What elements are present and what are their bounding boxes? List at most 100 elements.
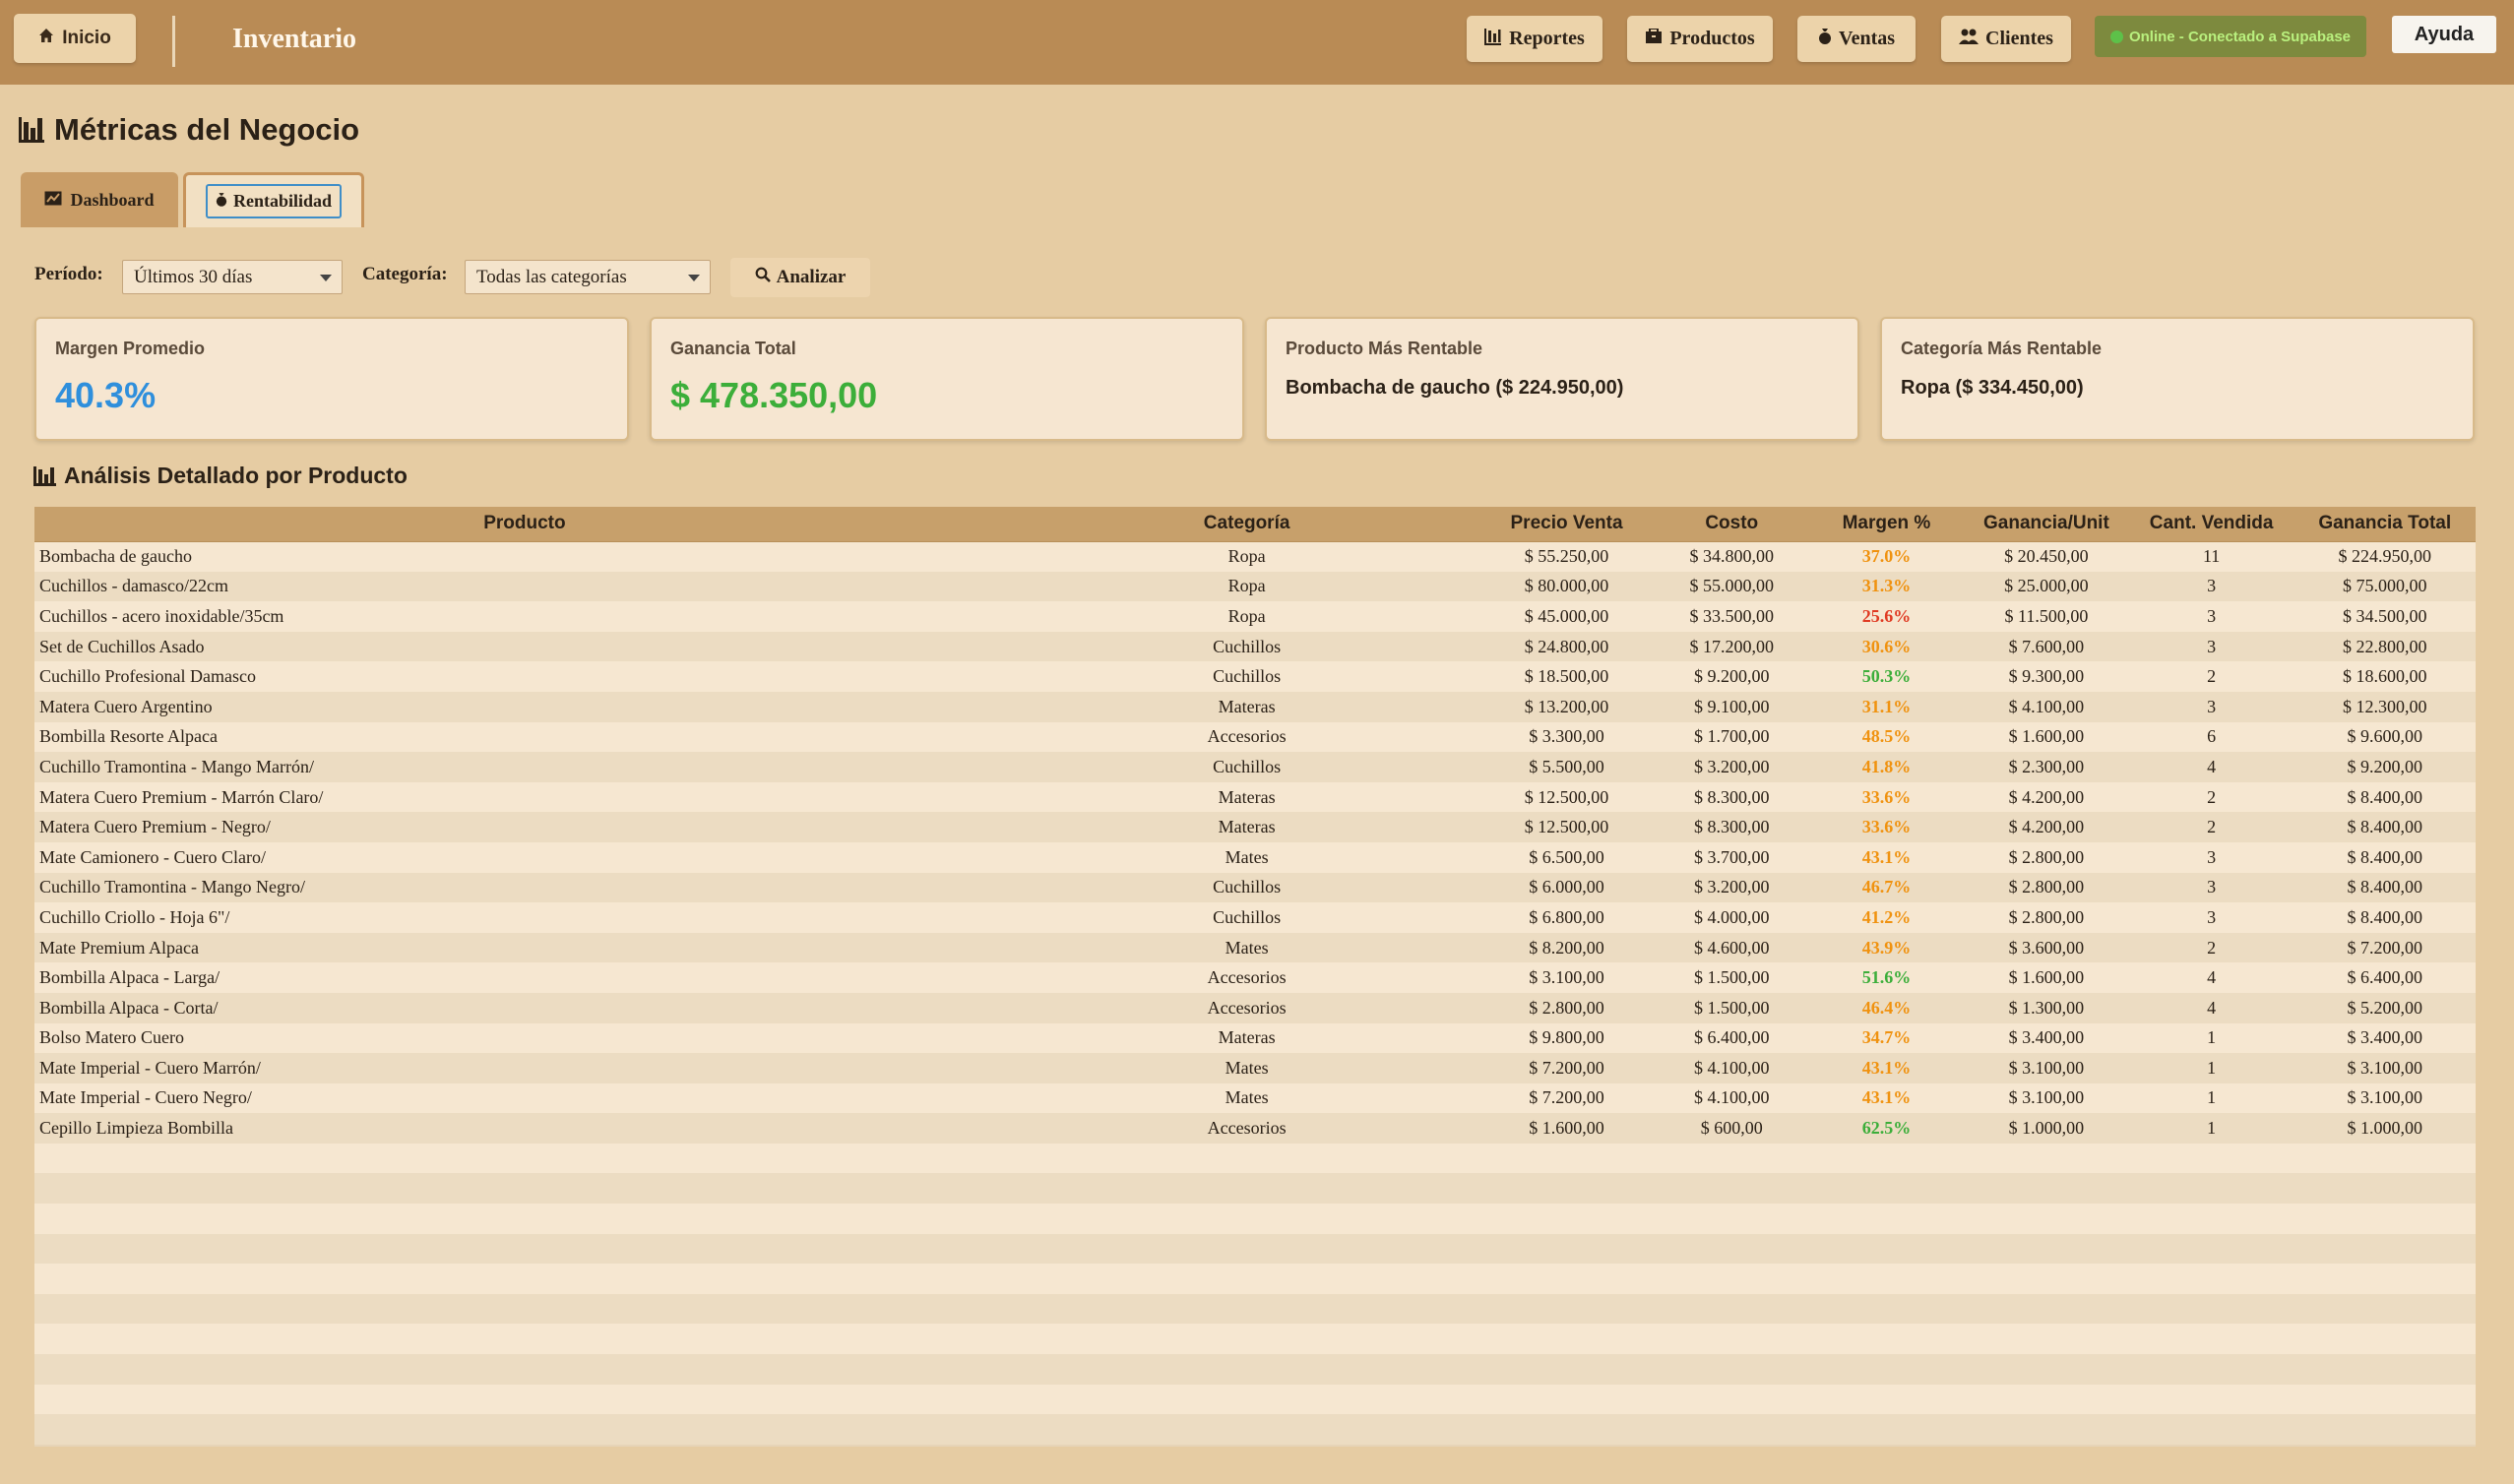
nav-productos-button[interactable]: Productos xyxy=(1627,16,1773,62)
col-header-categoria[interactable]: Categoría xyxy=(1014,507,1479,542)
cell-ganancia-unit: $ 1.300,00 xyxy=(2008,997,2085,1018)
table-row[interactable]: Mate Camionero - Cuero Claro/Mates $ 6.50… xyxy=(34,841,2476,873)
table-row[interactable]: Mate Premium Alpaca Mates $ 8.200,00 $ 4.60… xyxy=(34,932,2476,963)
col-header-ganancia-total[interactable]: Ganancia Total xyxy=(2294,507,2476,542)
cell-ganancia-total: $ 3.100,00 xyxy=(2347,1087,2422,1108)
table-row[interactable]: Cuchillos - acero inoxidable/35cm Ropa $ 4… xyxy=(34,601,2476,632)
table-row[interactable]: Matera Cuero Argentino Materas $ 13.200,00… xyxy=(34,691,2476,722)
cell-cant-vendida: 3 xyxy=(2207,906,2217,927)
total-profit-label: Ganancia Total xyxy=(670,339,796,358)
col-header-precio-venta[interactable]: Precio Venta xyxy=(1478,507,1655,542)
table-bottom-border xyxy=(34,1445,2476,1447)
cell-precio-venta: $ 45.000,00 xyxy=(1524,605,1609,626)
cell-cant-vendida: 4 xyxy=(2207,967,2217,988)
cell-ganancia-unit: $ 2.800,00 xyxy=(2008,846,2085,867)
help-button[interactable]: Ayuda xyxy=(2392,16,2496,53)
col-header-cant-vendida[interactable]: Cant. Vendida xyxy=(2128,507,2294,542)
bar-chart-icon xyxy=(33,465,56,486)
nav-ventas-button[interactable]: Ventas xyxy=(1797,16,1916,62)
cell-precio-venta: $ 7.200,00 xyxy=(1529,1057,1604,1078)
avg-margin-card: Margen Promedio 40.3% xyxy=(34,317,629,441)
table-row[interactable]: Bombilla Resorte Alpaca Accesorios $ 3.300… xyxy=(34,721,2476,753)
col-header-producto[interactable]: Producto xyxy=(34,507,1015,542)
cell-margen: 43.1% xyxy=(1861,1057,1912,1078)
col-header-costo[interactable]: Costo xyxy=(1654,507,1809,542)
product-analysis-table: Producto Categoría Precio Venta Costo Ma… xyxy=(34,507,2476,1447)
analyze-button[interactable]: Analizar xyxy=(730,258,870,297)
page-title: Métricas del Negocio xyxy=(19,112,359,148)
cell-ganancia-total: $ 9.200,00 xyxy=(2347,756,2422,776)
cell-costo: $ 3.200,00 xyxy=(1693,756,1770,776)
cell-precio-venta: $ 6.000,00 xyxy=(1529,877,1604,897)
analysis-title-text: Análisis Detallado por Producto xyxy=(64,463,408,488)
cell-costo: $ 1.700,00 xyxy=(1693,726,1770,747)
table-row[interactable]: Set de Cuchillos Asado Cuchillos $ 24.800,… xyxy=(34,631,2476,662)
cell-ganancia-total: $ 8.400,00 xyxy=(2347,817,2422,837)
cell-precio-venta: $ 2.800,00 xyxy=(1529,997,1604,1018)
category-select[interactable]: Todas las categorías xyxy=(465,260,711,294)
cell-margen: 34.7% xyxy=(1861,1027,1912,1048)
cell-cant-vendida: 1 xyxy=(2207,1057,2217,1078)
home-button[interactable]: Inicio xyxy=(14,14,136,63)
table-row[interactable]: Bombacha de gaucho Ropa $ 55.250,00 $ 34.80… xyxy=(34,541,2476,572)
cell-ganancia-total: $ 8.400,00 xyxy=(2347,877,2422,897)
cell-ganancia-unit: $ 4.100,00 xyxy=(2008,696,2085,716)
cell-margen: 25.6% xyxy=(1861,605,1912,626)
cell-categoria: Materas xyxy=(1218,817,1276,837)
table-row[interactable]: Cuchillo Tramontina - Mango Marrón/Cuchi… xyxy=(34,752,2476,782)
cell-ganancia-total: $ 8.400,00 xyxy=(2347,906,2422,927)
table-row[interactable]: Cepillo Limpieza Bombilla Accesorios $ 1.6… xyxy=(34,1113,2476,1144)
table-row[interactable]: Mate Imperial - Cuero Marrón/Mates $ 7.20… xyxy=(34,1053,2476,1083)
cell-producto: Cuchillos - acero inoxidable/35cm xyxy=(39,605,284,626)
cell-margen: 33.6% xyxy=(1861,817,1912,837)
table-row[interactable]: Matera Cuero Premium - Negro/Materas $ 12… xyxy=(34,812,2476,842)
cell-margen: 43.1% xyxy=(1861,846,1912,867)
empty-row xyxy=(34,1414,2476,1445)
cell-categoria: Cuchillos xyxy=(1213,906,1282,927)
table-row[interactable]: Bombilla Alpaca - Corta/Accesorios $ 2.80… xyxy=(34,992,2476,1023)
table-row[interactable]: Matera Cuero Premium - Marrón Claro/Mate… xyxy=(34,781,2476,813)
table-row[interactable]: Mate Imperial - Cuero Negro/Mates $ 7.200… xyxy=(34,1082,2476,1114)
table-row[interactable]: Cuchillo Criollo - Hoja 6"/ Cuchillos $ 6.… xyxy=(34,902,2476,933)
table-row[interactable]: Bolso Matero Cuero Materas $ 9.800,00 $ 6.4… xyxy=(34,1022,2476,1054)
cell-producto: Cuchillos - damasco/22cm xyxy=(39,576,228,596)
cell-ganancia-unit: $ 20.450,00 xyxy=(2004,546,2089,567)
cell-producto: Set de Cuchillos Asado xyxy=(39,636,205,656)
period-select[interactable]: Últimos 30 días xyxy=(122,260,343,294)
empty-cell xyxy=(34,1234,2476,1265)
cell-costo: $ 3.200,00 xyxy=(1693,877,1770,897)
table-row[interactable]: Cuchillo Tramontina - Mango Negro/Cuchil… xyxy=(34,872,2476,903)
cell-ganancia-unit: $ 3.600,00 xyxy=(2008,937,2085,958)
cell-producto: Mate Premium Alpaca xyxy=(39,937,199,958)
cell-cant-vendida: 3 xyxy=(2207,576,2217,596)
tab-dashboard[interactable]: Dashboard xyxy=(21,172,178,227)
col-header-ganancia-unit[interactable]: Ganancia/Unit xyxy=(1964,507,2129,542)
cell-ganancia-total: $ 75.000,00 xyxy=(2342,576,2427,596)
empty-row xyxy=(34,1173,2476,1205)
cell-producto: Mate Imperial - Cuero Marrón/ xyxy=(39,1057,261,1078)
bar-chart-icon xyxy=(1484,28,1502,51)
cell-margen: 30.6% xyxy=(1861,636,1912,656)
nav-reportes-button[interactable]: Reportes xyxy=(1467,16,1603,62)
cell-ganancia-unit: $ 2.800,00 xyxy=(2008,877,2085,897)
cell-costo: $ 34.800,00 xyxy=(1689,546,1774,567)
cell-precio-venta: $ 1.600,00 xyxy=(1529,1118,1604,1139)
empty-cell xyxy=(34,1264,2476,1294)
cell-precio-venta: $ 3.300,00 xyxy=(1529,726,1604,747)
cell-categoria: Mates xyxy=(1225,1087,1269,1108)
cell-cant-vendida: 3 xyxy=(2207,696,2217,716)
tab-rentabilidad[interactable]: Rentabilidad xyxy=(183,172,364,227)
cell-ganancia-total: $ 1.000,00 xyxy=(2347,1118,2422,1139)
cell-categoria: Cuchillos xyxy=(1213,877,1282,897)
table-row[interactable]: Bombilla Alpaca - Larga/Accesorios $ 3.10… xyxy=(34,962,2476,993)
empty-cell xyxy=(34,1414,2476,1445)
table-row[interactable]: Cuchillo Profesional Damasco Cuchillos $ 1… xyxy=(34,661,2476,692)
col-header-margen[interactable]: Margen % xyxy=(1808,507,1965,542)
cell-cant-vendida: 2 xyxy=(2207,666,2217,687)
table-row[interactable]: Cuchillos - damasco/22cm Ropa $ 80.000,00 $… xyxy=(34,571,2476,602)
top-category-label: Categoría Más Rentable xyxy=(1901,339,2103,358)
cell-cant-vendida: 3 xyxy=(2207,636,2217,656)
cell-precio-venta: $ 3.100,00 xyxy=(1529,967,1604,988)
cell-margen: 33.6% xyxy=(1861,786,1912,807)
nav-clientes-button[interactable]: Clientes xyxy=(1941,16,2071,62)
